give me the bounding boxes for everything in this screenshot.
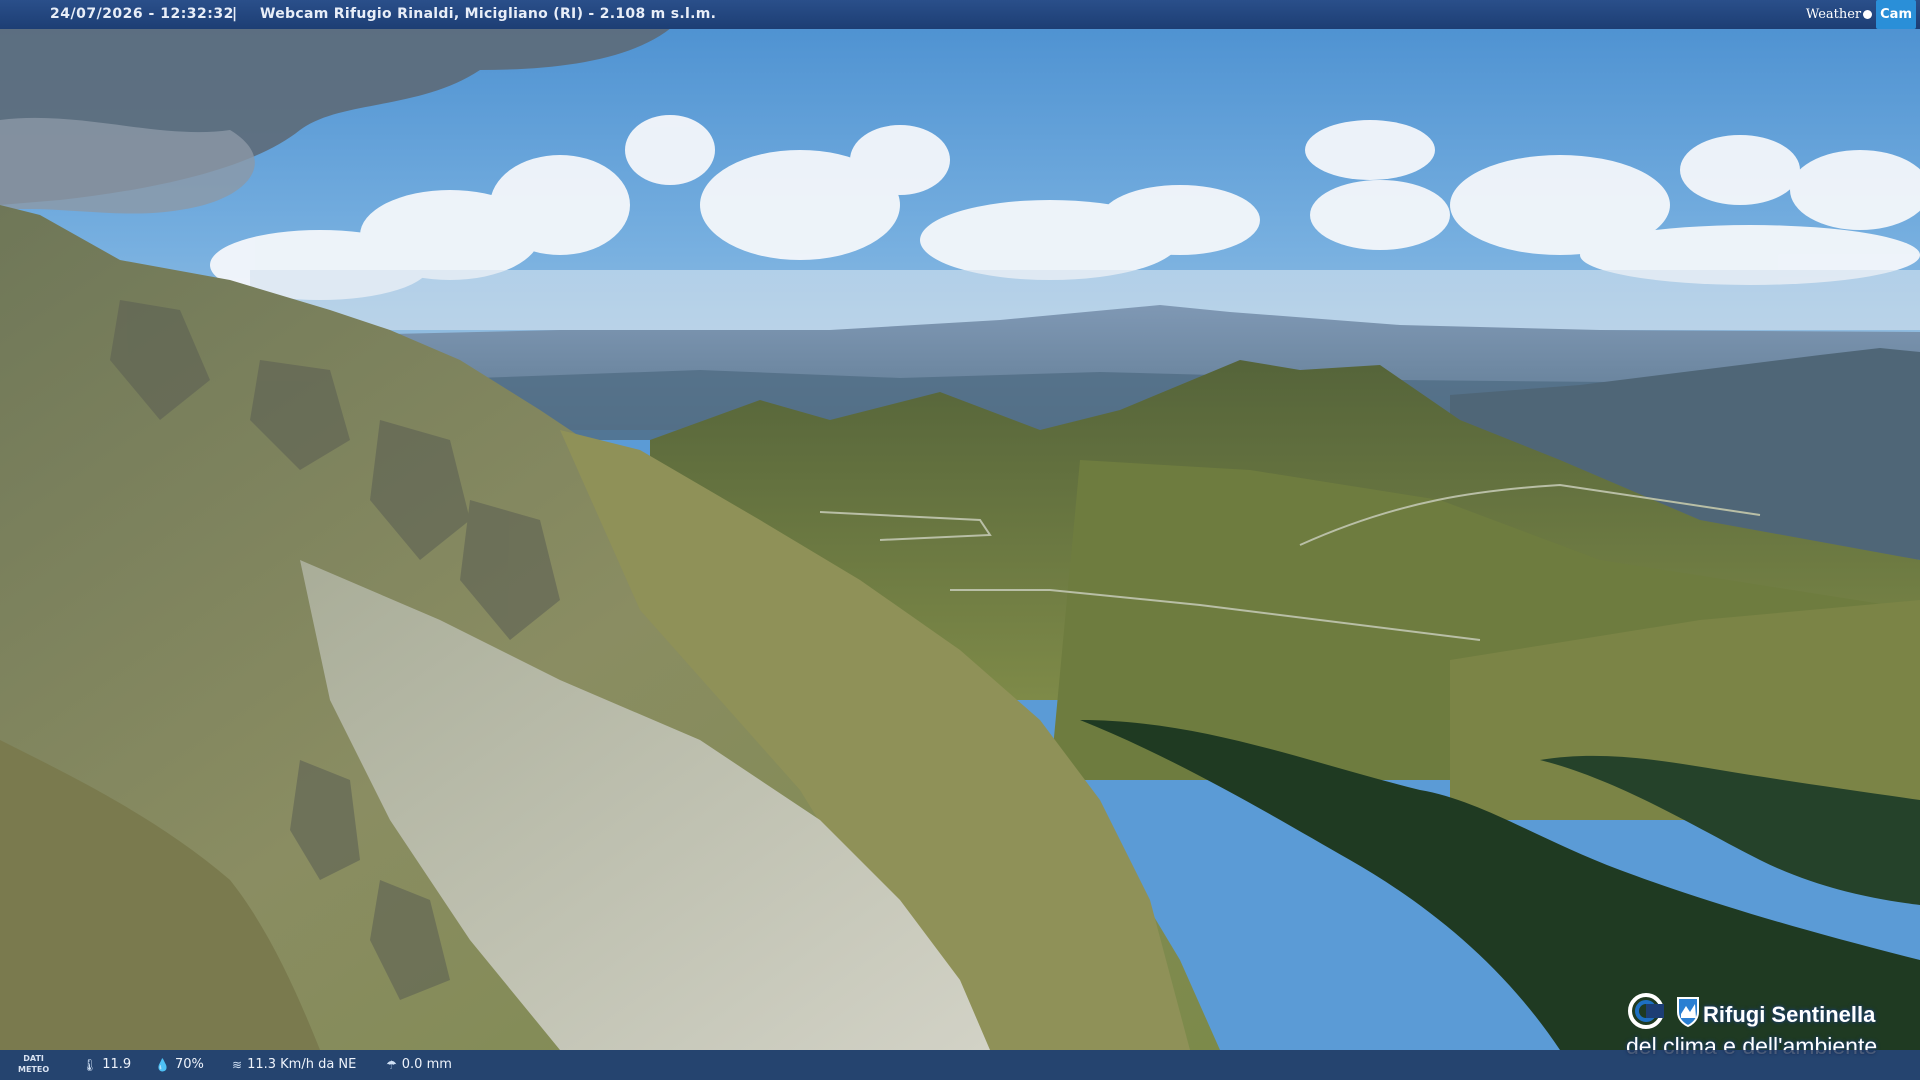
temperature-value: 11.9 <box>102 1057 132 1072</box>
brand-right-text: Cam <box>1876 0 1916 29</box>
thermometer-icon: 🌡 <box>82 1058 98 1072</box>
wind-value: 11.3 Km/h da NE <box>247 1057 357 1072</box>
meteo-data-label: DATI METEO <box>18 1054 50 1074</box>
brand-dot-icon <box>1863 10 1873 19</box>
rain-icon: ☂ <box>386 1058 397 1072</box>
humidity-icon: 💧 <box>155 1058 170 1072</box>
separator: | <box>232 6 238 22</box>
top-info-bar: 24/07/2026 - 12:32:32 | Webcam Rifugio R… <box>0 0 1920 29</box>
timestamp: 24/07/2026 - 12:32:32 <box>50 6 234 22</box>
rain-value: 0.0 mm <box>401 1057 452 1072</box>
webcam-title: Webcam Rifugio Rinaldi, Micigliano (RI) … <box>260 6 717 22</box>
humidity-value: 70% <box>174 1057 204 1072</box>
brand-left-text: Weather <box>1805 7 1862 22</box>
weathercam-logo: Weather Cam <box>1806 0 1916 29</box>
webcam-landscape-image <box>0 0 1920 1050</box>
wind-reading: ≋ 11.3 Km/h da NE <box>232 1050 356 1080</box>
weather-data-bar: DATI METEO 🌡 11.9 💧 70% ≋ 11.3 Km/h da N… <box>0 1050 1920 1080</box>
humidity-reading: 💧 70% <box>155 1050 204 1080</box>
logo-title: Rifugi Sentinella <box>1703 1002 1876 1027</box>
wind-icon: ≋ <box>232 1058 243 1072</box>
temperature-reading: 🌡 11.9 <box>82 1050 131 1080</box>
rain-reading: ☂ 0.0 mm <box>386 1050 452 1080</box>
logo-emblem-icon <box>1628 993 1699 1029</box>
